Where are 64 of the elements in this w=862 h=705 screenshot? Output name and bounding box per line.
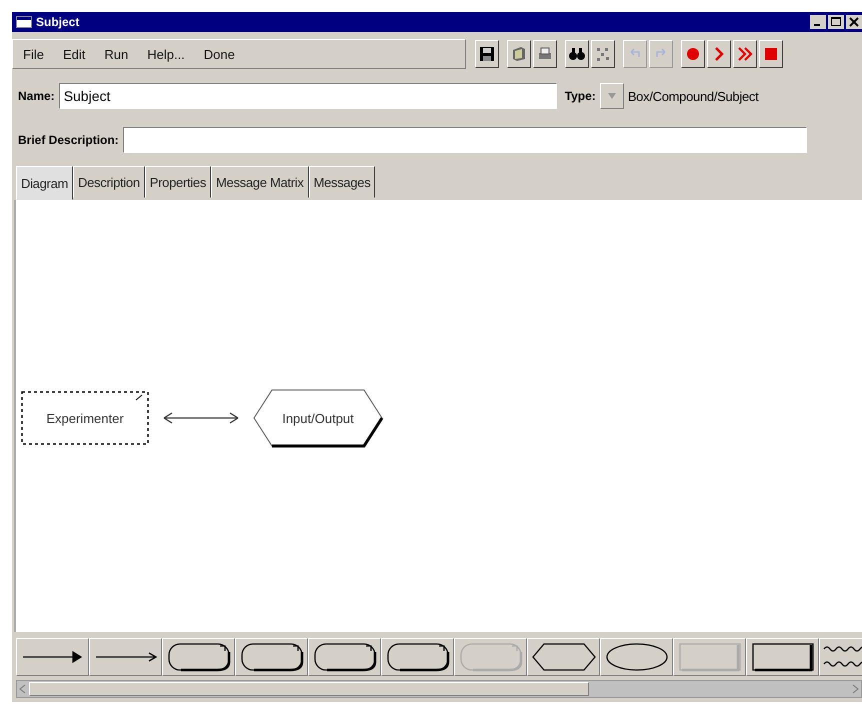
tab[interactable]: Properties: [144, 166, 212, 198]
horizontal-scrollbar[interactable]: [16, 680, 862, 698]
rounded-rectangle-icon: [314, 643, 376, 672]
brief-description-field[interactable]: [122, 127, 807, 153]
rounded-rectangle-icon: [240, 643, 303, 672]
arrow-icon: [94, 652, 157, 662]
rectangle-icon: [752, 643, 814, 672]
circle-icon: [684, 45, 702, 63]
find-button[interactable]: [565, 40, 589, 68]
print-button[interactable]: [533, 40, 557, 68]
rounded-tool[interactable]: [235, 638, 308, 676]
type-dropdown-button[interactable]: [600, 83, 624, 109]
wavy-lines-icon: [823, 646, 862, 667]
brief-description-label: Brief Description:: [18, 133, 119, 147]
run-button[interactable]: [733, 40, 757, 68]
ellipse-tool[interactable]: [600, 638, 673, 676]
line-open-head-tool[interactable]: [89, 638, 162, 676]
square-icon: [762, 45, 780, 63]
rounded-rectangle-icon: [386, 643, 449, 672]
stop-button[interactable]: [759, 40, 783, 68]
rounded-rectangle-icon: [460, 643, 522, 672]
hexagon-tool[interactable]: [527, 638, 600, 676]
rounded-tool[interactable]: [308, 638, 381, 676]
hexagon-node[interactable]: Input/Output: [253, 390, 384, 448]
type-label: Type:: [564, 89, 596, 103]
close-icon[interactable]: [846, 15, 862, 29]
name-label: Name:: [18, 89, 55, 103]
rect-tool[interactable]: [746, 638, 819, 676]
dots-icon: [594, 45, 612, 63]
rectangle-icon: [678, 643, 740, 672]
name-field[interactable]: Subject: [58, 83, 557, 109]
save-button[interactable]: [475, 40, 499, 68]
notes-button[interactable]: [507, 40, 531, 68]
menu-item[interactable]: Edit: [62, 46, 86, 62]
record-button[interactable]: [681, 40, 705, 68]
rounded-rectangle-icon: [168, 643, 230, 672]
scrollbar-thumb[interactable]: [29, 682, 589, 696]
tab[interactable]: Messages: [308, 166, 376, 198]
window-icon: [16, 16, 32, 28]
caret-icon: [608, 93, 616, 99]
step-button[interactable]: [707, 40, 731, 68]
menu-item[interactable]: Done: [204, 46, 235, 62]
layout-button[interactable]: [591, 40, 615, 68]
book-icon: [510, 45, 528, 63]
arrow-icon: [22, 650, 82, 664]
menu-item[interactable]: File: [23, 46, 44, 62]
menu-item[interactable]: Help...: [147, 46, 185, 62]
window-title: Subject: [36, 15, 80, 29]
minimize-icon[interactable]: [810, 15, 826, 29]
menu-item[interactable]: Run: [104, 46, 128, 62]
double-arrow-connector[interactable]: [163, 412, 239, 424]
binoculars-icon: [568, 45, 586, 63]
rounded-tool[interactable]: [381, 638, 454, 676]
tab[interactable]: Diagram: [16, 166, 74, 200]
maximize-icon[interactable]: [828, 15, 844, 29]
line-filled-head-tool[interactable]: [16, 638, 89, 676]
box-node[interactable]: Experimenter: [21, 391, 149, 445]
hexagon-icon: [532, 643, 596, 671]
type-value: Box/Compound/Subject: [628, 88, 758, 104]
double-chevron-icon: [736, 45, 754, 63]
tab[interactable]: Message Matrix: [211, 166, 309, 198]
ellipse-icon: [606, 643, 668, 671]
tab[interactable]: Description: [73, 166, 145, 198]
rounded-tool[interactable]: [162, 638, 235, 676]
